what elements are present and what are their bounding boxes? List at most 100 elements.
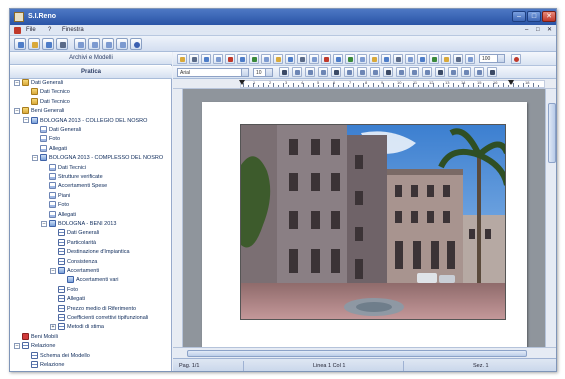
bullet-icon[interactable] <box>409 67 419 77</box>
print-icon[interactable] <box>225 54 235 64</box>
mdi-close-button[interactable]: ✕ <box>547 26 552 35</box>
document-area[interactable] <box>173 89 556 347</box>
font-name-select[interactable]: Arial <box>177 68 249 77</box>
tree-item[interactable]: Accertamenti vari <box>59 276 119 285</box>
menu-help[interactable]: ? <box>48 26 51 35</box>
paste-icon[interactable] <box>261 54 271 64</box>
tree-item[interactable]: Foto <box>41 201 69 210</box>
tree-expander[interactable]: – <box>14 342 20 349</box>
horizontal-scroll-thumb[interactable] <box>187 350 527 357</box>
align-center-icon[interactable] <box>331 67 341 77</box>
vertical-scroll-thumb[interactable] <box>548 103 556 163</box>
mdi-minimize-button[interactable]: – <box>525 26 528 35</box>
redo-icon[interactable] <box>309 54 319 64</box>
tree-item[interactable]: Allegati <box>32 144 67 154</box>
increase-indent-icon[interactable] <box>448 67 458 77</box>
color-icon[interactable] <box>417 54 427 64</box>
print-icon[interactable] <box>56 38 68 50</box>
new-document-icon[interactable] <box>177 54 187 64</box>
help-icon[interactable] <box>130 38 142 50</box>
superscript-icon[interactable] <box>370 67 380 77</box>
tree-item[interactable]: Allegati <box>41 210 76 220</box>
clear-format-icon[interactable] <box>474 67 484 77</box>
replace-icon[interactable] <box>285 54 295 64</box>
tree-item[interactable]: Dati Generali <box>50 229 99 238</box>
maximize-button[interactable]: □ <box>527 11 541 22</box>
app-menu-icon[interactable] <box>14 27 21 34</box>
image-icon[interactable] <box>333 54 343 64</box>
find-icon[interactable] <box>273 54 283 64</box>
document-page[interactable] <box>202 102 527 347</box>
style-icon[interactable] <box>487 67 497 77</box>
archives-header[interactable]: Archivi e Modelli <box>10 52 172 65</box>
tree-expander[interactable]: – <box>14 79 20 86</box>
underline-icon[interactable] <box>305 67 315 77</box>
minimize-button[interactable]: – <box>512 11 526 22</box>
decrease-indent-icon[interactable] <box>435 67 445 77</box>
tree-item[interactable]: + Metodi di stima <box>50 323 104 332</box>
link-icon[interactable] <box>345 54 355 64</box>
border-icon[interactable] <box>405 54 415 64</box>
tree-item[interactable]: Dati Tecnici <box>41 163 86 173</box>
align-left-icon[interactable] <box>318 67 328 77</box>
tree-item[interactable]: – Dati Generali <box>14 79 63 88</box>
font-color-icon[interactable] <box>396 67 406 77</box>
cut-icon[interactable] <box>237 54 247 64</box>
numbered-list-icon[interactable] <box>369 54 379 64</box>
new-icon[interactable] <box>14 38 26 50</box>
tree-item[interactable]: – Accertamenti <box>50 267 99 276</box>
save-icon[interactable] <box>42 38 54 50</box>
tree-item[interactable]: – Beni Generali <box>14 107 64 116</box>
background-color-icon[interactable] <box>461 67 471 77</box>
bold-icon[interactable] <box>279 67 289 77</box>
practice-header[interactable]: Pratica <box>10 66 172 79</box>
close-button[interactable]: ✕ <box>542 11 556 22</box>
table-icon[interactable] <box>321 54 331 64</box>
bullet-list-icon[interactable] <box>357 54 367 64</box>
paste-icon[interactable] <box>102 38 114 50</box>
menu-file[interactable]: File <box>26 26 36 35</box>
tree-item[interactable]: – BOLOGNA 2013 - COMPLESSO DEL NOSRO <box>32 154 163 163</box>
zoom-select[interactable]: 100 <box>479 54 505 63</box>
font-size-select[interactable]: 10 <box>253 68 273 77</box>
tree-item[interactable]: Foto <box>50 285 78 295</box>
symbol-icon[interactable] <box>441 54 451 64</box>
tree-item[interactable]: Consistenza <box>50 257 97 267</box>
copy-icon[interactable] <box>249 54 259 64</box>
tree-item[interactable]: Allegati <box>50 295 85 304</box>
tree-item[interactable]: Dati Tecnico <box>23 88 70 97</box>
subscript-icon[interactable] <box>383 67 393 77</box>
tree-item[interactable]: Dati Generali <box>32 126 81 135</box>
tree-expander[interactable]: – <box>14 107 20 114</box>
tree-item[interactable]: – BOLOGNA 2013 - COLLEGIO DEL NOSRO <box>23 116 147 126</box>
mdi-restore-button[interactable]: □ <box>536 26 540 35</box>
horizontal-scrollbar[interactable] <box>173 347 556 358</box>
horizontal-ruler[interactable]: 1 2 3 4 5 6 7 8 9 10 11 12 13 14 15 16 17 18 <box>173 79 556 89</box>
menu-window[interactable]: Finestra <box>62 26 84 35</box>
building-photo[interactable] <box>240 124 506 320</box>
tree-item[interactable]: – BOLOGNA - BENI 2013 <box>41 220 116 229</box>
indent-icon[interactable] <box>381 54 391 64</box>
tree-item[interactable]: Prezzo medio di Riferimento <box>50 304 136 314</box>
field-icon[interactable] <box>453 54 463 64</box>
vertical-scrollbar[interactable] <box>545 89 556 347</box>
tree-item[interactable]: Piani <box>41 191 70 201</box>
tree-item[interactable]: Schema dei Modello <box>23 351 90 361</box>
open-document-icon[interactable] <box>189 54 199 64</box>
left-indent-marker[interactable] <box>239 80 245 85</box>
tree-item[interactable]: Strutture verificate <box>41 173 103 182</box>
tree-item[interactable]: – Relazione <box>14 342 55 351</box>
justify-icon[interactable] <box>357 67 367 77</box>
open-icon[interactable] <box>28 38 40 50</box>
tree-expander[interactable]: – <box>32 154 38 161</box>
undo-icon[interactable] <box>116 38 128 50</box>
tree-item[interactable]: Accertamenti Spese <box>41 182 107 191</box>
align-right-icon[interactable] <box>344 67 354 77</box>
copy-icon[interactable] <box>88 38 100 50</box>
numbering-icon[interactable] <box>422 67 432 77</box>
tree-item[interactable]: Relazione <box>23 361 64 370</box>
page-setup-icon[interactable] <box>465 54 475 64</box>
tree-item[interactable]: Beni Mobili <box>14 332 58 342</box>
tree-expander[interactable]: – <box>23 117 29 124</box>
undo-icon[interactable] <box>297 54 307 64</box>
